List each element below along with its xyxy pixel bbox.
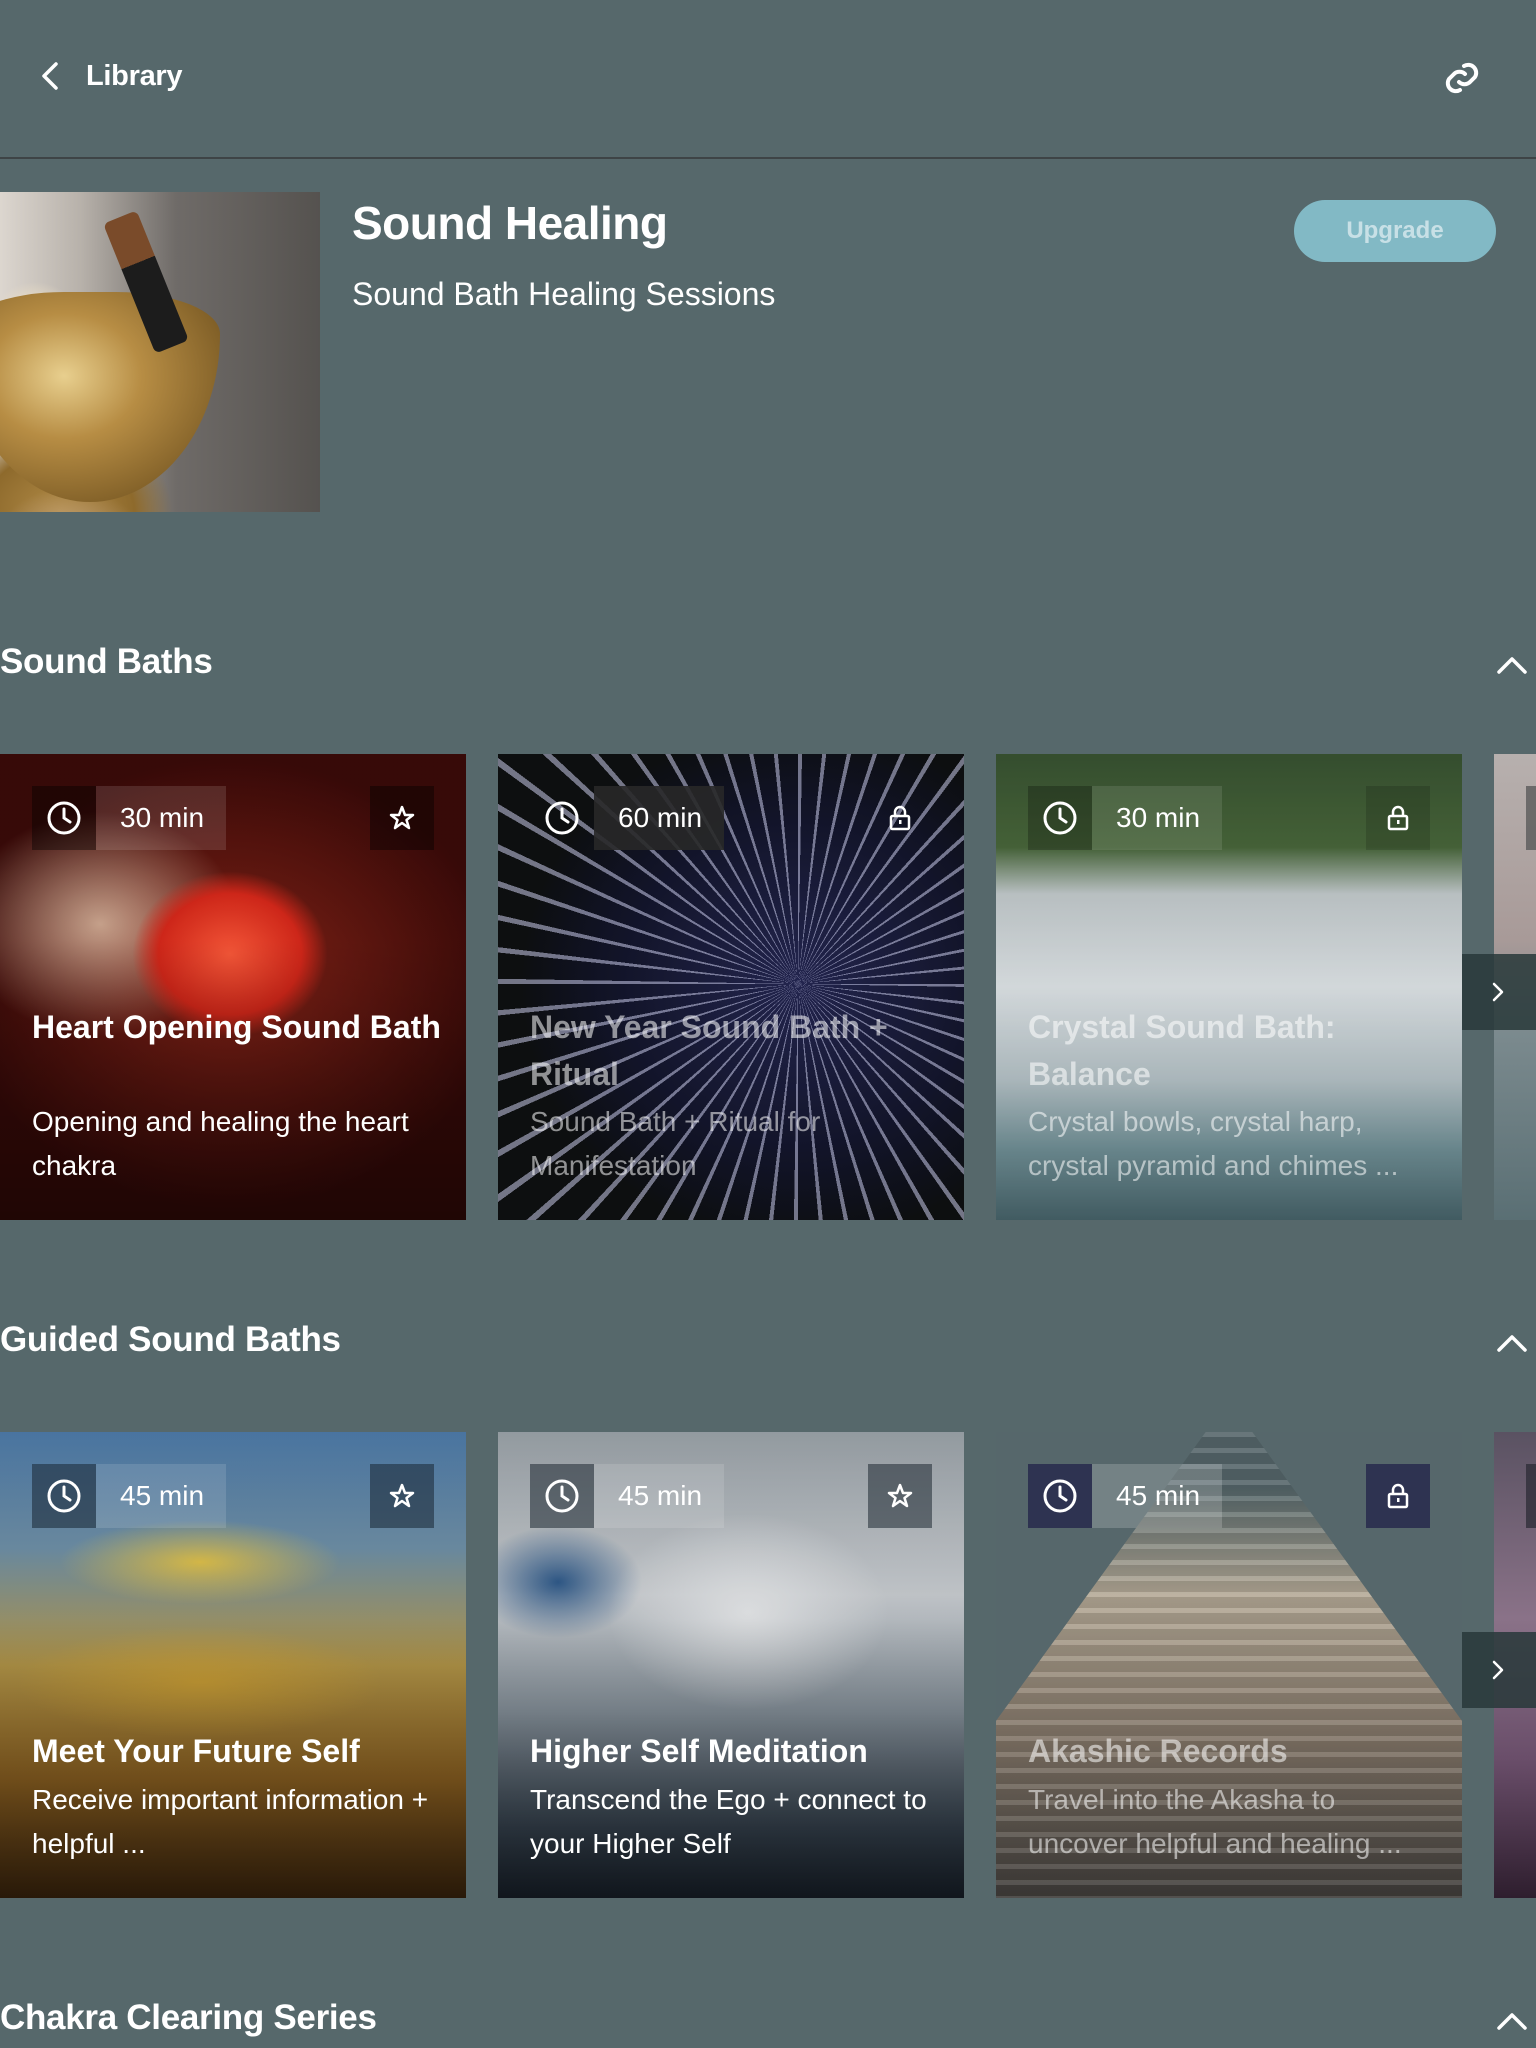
lock-icon [889,805,911,831]
favorite-button[interactable] [868,1464,932,1528]
clock-icon [545,1479,579,1513]
top-bar: Library [0,0,1536,159]
back-label: Library [86,59,183,92]
card-description: Opening and healing the heart chakra [32,1106,409,1181]
lock-icon [1387,1483,1409,1509]
duration-text: 45 min [1092,1464,1222,1528]
favorite-button[interactable] [370,786,434,850]
card-title: Higher Self Meditation [530,1733,868,1769]
link-icon [1445,62,1479,94]
session-card[interactable]: 45 min Akashic Records Travel into the A… [996,1432,1462,1898]
card-description: Receive important information + helpful … [32,1784,429,1859]
star-icon [389,1483,415,1508]
duration-text: 45 min [96,1464,226,1528]
clock-icon [1043,801,1077,835]
collapse-section-button[interactable] [1494,650,1530,680]
carousel-next-button[interactable] [1462,1632,1536,1708]
section-title-sound-baths: Sound Baths [0,642,213,681]
chevron-left-icon [42,62,58,90]
locked-badge [868,786,932,850]
clock-icon [47,1479,81,1513]
chevron-up-icon [1497,2013,1527,2030]
collection-subtitle: Sound Bath Healing Sessions [352,276,776,312]
duration-chip: 45 min [1028,1464,1222,1528]
duration-chip: 45 min [530,1464,724,1528]
star-icon [887,1483,913,1508]
card-description: Transcend the Ego + connect to your High… [530,1784,927,1859]
card-description: Sound Bath + Ritual for Manifestation [530,1106,821,1181]
duration-chip: 60 min [530,786,724,850]
clock-icon [47,801,81,835]
duration-text: 30 min [96,786,226,850]
locked-badge [1366,786,1430,850]
card-title: Heart Opening Sound Bath [32,1009,441,1045]
star-icon [389,805,415,830]
session-card[interactable]: 30 min Crystal Sound Bath: Balance Cryst… [996,754,1462,1220]
duration-chip: 30 min [32,786,226,850]
clock-icon [545,801,579,835]
section-title-chakra-clearing-series: Chakra Clearing Series [0,1998,377,2037]
collection-title: Sound Healing [352,197,668,249]
card-description: Travel into the Akasha to uncover helpfu… [1028,1784,1402,1859]
duration-text: 60 min [594,786,724,850]
session-card[interactable]: 45 min Meet Your Future Self Receive imp… [0,1432,466,1898]
card-title: Meet Your Future Self [32,1733,360,1769]
session-card[interactable]: 30 min Heart Opening Sound Bath Opening … [0,754,466,1220]
locked-badge [1366,1464,1430,1528]
chevron-up-icon [1497,657,1527,674]
collection-cover-image [0,192,320,512]
guided-sound-baths-carousel: 45 min Meet Your Future Self Receive imp… [0,1432,1536,1898]
duration-chip: 30 min [1028,786,1222,850]
back-button[interactable]: Library [36,58,183,94]
collapse-section-button[interactable] [1494,1328,1530,1358]
card-title: Akashic Records [1028,1733,1288,1769]
section-title-guided-sound-baths: Guided Sound Baths [0,1320,341,1359]
collapse-section-button[interactable] [1494,2006,1530,2036]
sound-baths-carousel: 30 min Heart Opening Sound Bath Opening … [0,754,1536,1220]
lock-icon [1387,805,1409,831]
singing-bowl [0,292,220,502]
upgrade-button[interactable]: Upgrade [1294,200,1496,262]
chevron-up-icon [1497,1335,1527,1352]
session-card[interactable]: 60 min New Year Sound Bath + Ritual Soun… [498,754,964,1220]
card-description: Crystal bowls, crystal harp, crystal pyr… [1028,1106,1399,1181]
clock-icon [1043,1479,1077,1513]
chevron-right-icon [1492,982,1504,1002]
card-title: New Year Sound Bath + Ritual [530,1009,888,1092]
session-card[interactable]: 45 min Higher Self Meditation Transcend … [498,1432,964,1898]
chevron-right-icon [1492,1660,1504,1680]
duration-chip: 45 min [32,1464,226,1528]
share-link-button[interactable] [1440,56,1484,100]
card-title: Crystal Sound Bath: Balance [1028,1009,1336,1092]
carousel-next-button[interactable] [1462,954,1536,1030]
duration-text: 45 min [594,1464,724,1528]
duration-text: 30 min [1092,786,1222,850]
favorite-button[interactable] [370,1464,434,1528]
